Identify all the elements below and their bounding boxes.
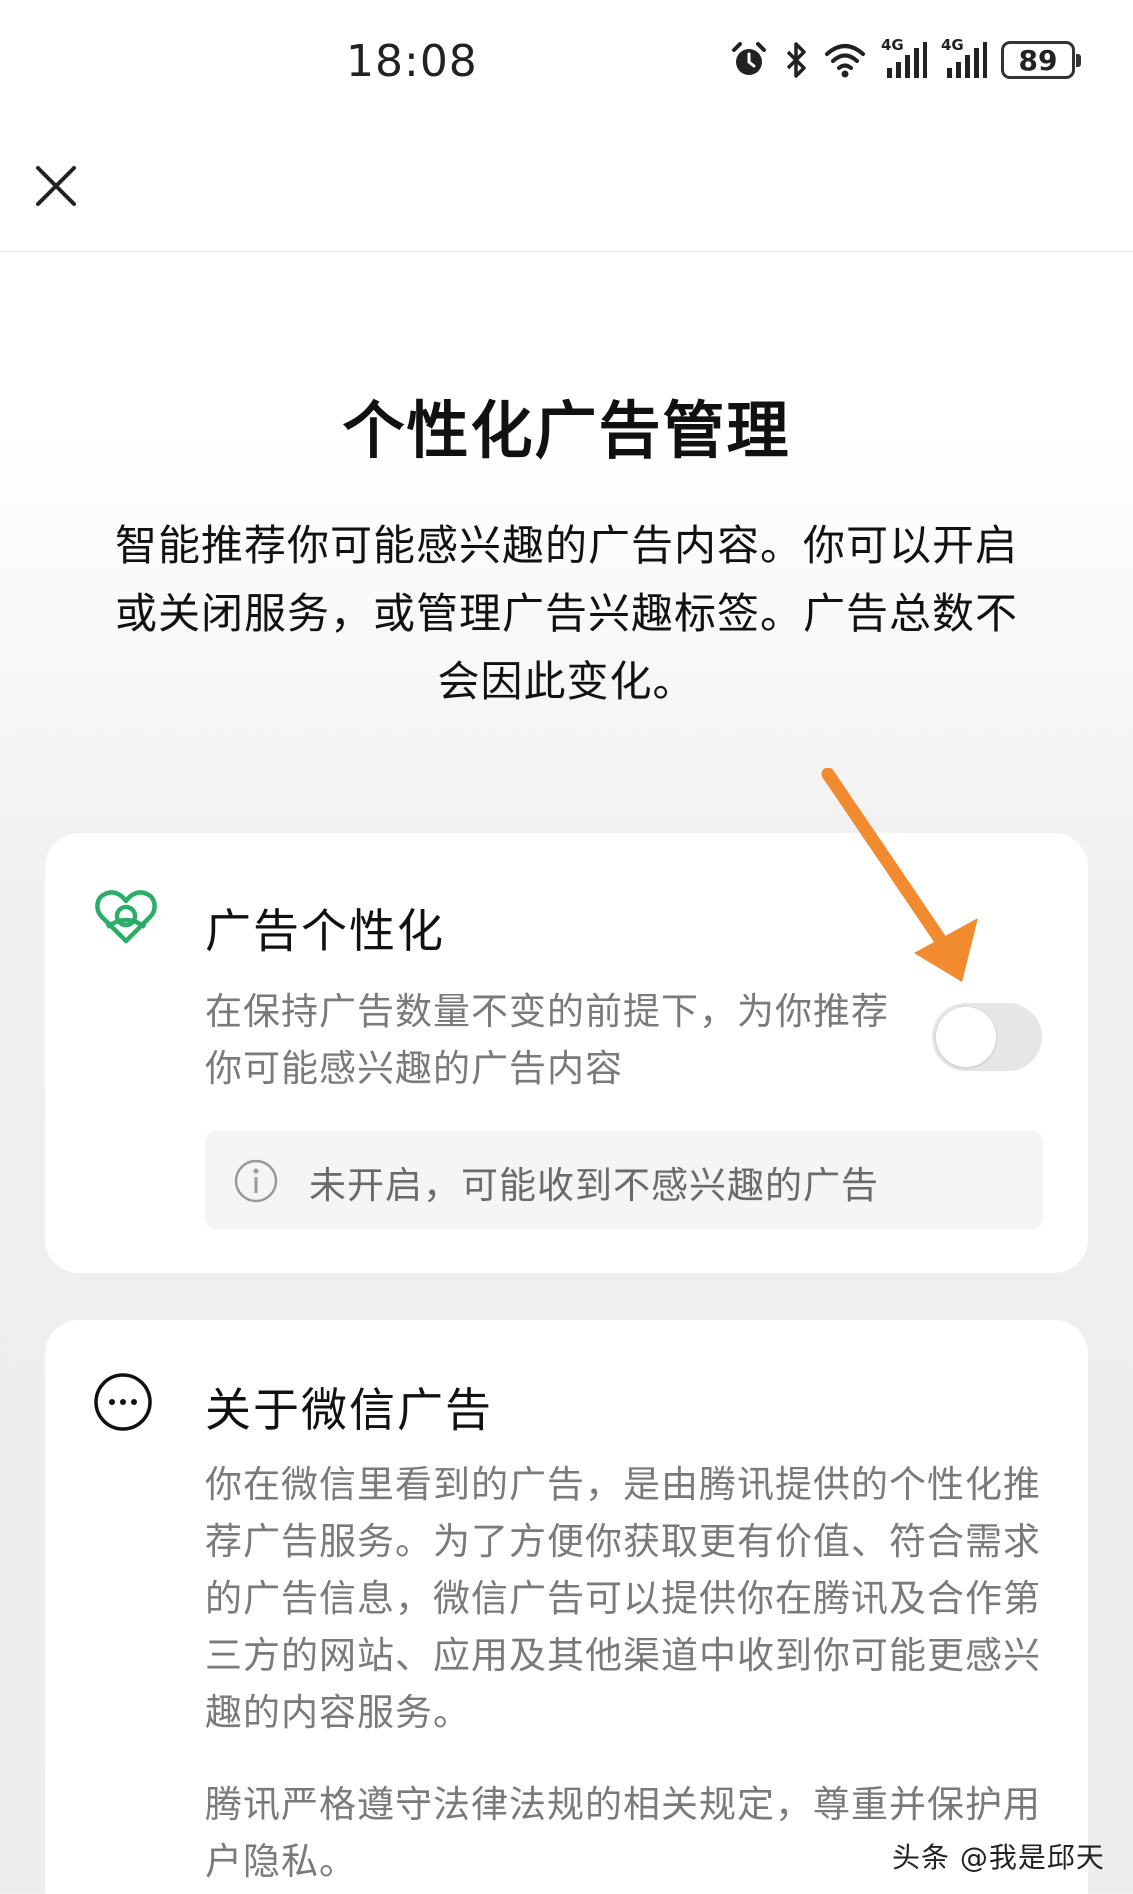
alarm-icon bbox=[732, 42, 766, 75]
close-icon[interactable] bbox=[28, 158, 84, 214]
status-bar: 18:08 4G 4G 89 bbox=[0, 0, 1133, 120]
status-icons: 4G 4G 89 bbox=[729, 36, 1081, 80]
annotation-arrow-icon bbox=[821, 768, 978, 982]
status-time: 18:08 bbox=[346, 36, 478, 87]
ad-personalization-description: 在保持广告数量不变的前提下，为你推荐你可能感兴趣的广告内容 bbox=[205, 990, 889, 1090]
status-notice: 未开启，可能收到不感兴趣的广告 bbox=[205, 1130, 1043, 1230]
info-icon bbox=[234, 1159, 278, 1203]
battery-level: 89 bbox=[1018, 43, 1058, 77]
ad-personalization-toggle[interactable] bbox=[932, 1003, 1042, 1071]
bluetooth-icon bbox=[786, 42, 806, 78]
signal-1: 4G bbox=[881, 36, 927, 80]
nav-bar bbox=[0, 120, 1133, 252]
heart-icon bbox=[95, 890, 157, 944]
about-ads-title: 关于微信广告 bbox=[205, 1383, 493, 1437]
status-notice-text: 未开启，可能收到不感兴趣的广告 bbox=[309, 1164, 879, 1207]
battery-icon: 89 bbox=[1001, 41, 1081, 79]
ad-personalization-title: 广告个性化 bbox=[205, 904, 445, 958]
network-type-1: 4G bbox=[881, 36, 904, 54]
signal-2: 4G bbox=[941, 36, 987, 80]
wifi-icon bbox=[825, 44, 865, 78]
page-description: 智能推荐你可能感兴趣的广告内容。你可以开启或关闭服务，或管理广告兴趣标签。广告总… bbox=[114, 521, 1018, 706]
toggle-knob bbox=[936, 1007, 996, 1067]
page-title: 个性化广告管理 bbox=[342, 394, 791, 467]
more-icon bbox=[94, 1373, 152, 1431]
network-type-2: 4G bbox=[941, 36, 964, 54]
about-ads-card: 关于微信广告 你在微信里看到的广告，是由腾讯提供的个性化推荐广告服务。为了方便你… bbox=[45, 1320, 1088, 1894]
watermark: 头条 @我是邱天 bbox=[892, 1841, 1105, 1874]
about-ads-paragraph-1: 你在微信里看到的广告，是由腾讯提供的个性化推荐广告服务。为了方便你获取更有价值、… bbox=[205, 1463, 1041, 1734]
